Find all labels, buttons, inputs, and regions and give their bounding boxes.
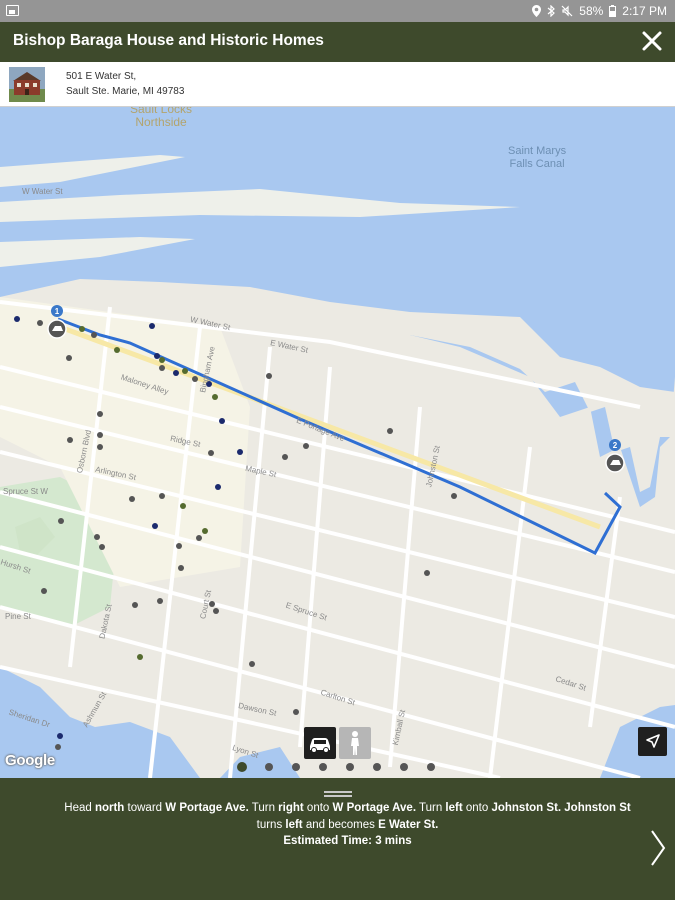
direction-segment: Turn	[248, 802, 279, 814]
street-label: Pine St	[5, 612, 31, 621]
direction-segment: toward	[124, 802, 166, 814]
navigation-arrow-icon	[646, 734, 660, 748]
pager-dot[interactable]	[292, 763, 300, 771]
directions-panel: Head north toward W Portage Ave. Turn ri…	[0, 778, 675, 900]
location-icon	[532, 5, 542, 17]
map-view[interactable]: 1 2 Sault Locks Northside Saint Marys Fa…	[0, 107, 675, 778]
marker-1-number: 1	[55, 307, 60, 316]
battery-percent: 58%	[579, 4, 604, 18]
mute-icon	[561, 5, 573, 17]
my-location-button[interactable]	[638, 727, 667, 756]
house-thumbnail[interactable]	[9, 67, 45, 102]
bluetooth-icon	[547, 5, 556, 17]
pager-dot[interactable]	[427, 763, 435, 771]
direction-segment: and becomes	[302, 818, 379, 831]
direction-segment: left	[445, 802, 463, 814]
status-icons: 58% 2:17 PM	[532, 3, 667, 19]
direction-segment: right	[278, 802, 304, 814]
image-notification-icon	[6, 5, 19, 16]
map-canvas: 1 2	[0, 107, 675, 778]
estimated-time: Estimated Time: 3 mins	[283, 835, 412, 847]
direction-segment: Head	[64, 802, 95, 814]
direction-segment: W Portage Ave.	[165, 802, 249, 814]
direction-segment: turns	[256, 818, 286, 831]
pager-dot[interactable]	[238, 763, 246, 771]
pager-dot[interactable]	[265, 763, 273, 771]
directions-text: Head north toward W Portage Ave. Turn ri…	[50, 800, 645, 850]
direction-segment: W Portage Ave.	[332, 802, 417, 814]
car-icon	[310, 738, 330, 753]
page-title: Bishop Baraga House and Historic Homes	[13, 32, 324, 49]
chevron-right-icon[interactable]	[649, 828, 667, 868]
pager-dot[interactable]	[373, 763, 381, 771]
area-label: Sault Locks Northside	[130, 107, 193, 129]
address-line-2: Sault Ste. Marie, MI 49783	[66, 86, 185, 97]
direction-segment: onto	[303, 802, 333, 814]
address-text: 501 E Water St, Sault Ste. Marie, MI 497…	[66, 69, 184, 99]
title-bar: Bishop Baraga House and Historic Homes	[0, 22, 675, 62]
walk-mode-button[interactable]	[339, 727, 371, 759]
direction-segment: Turn	[416, 802, 446, 814]
direction-segment: Johnston St. Johnston St	[491, 802, 631, 814]
close-icon[interactable]	[639, 28, 665, 54]
water-label: Saint Marys Falls Canal	[508, 145, 567, 170]
address-line-1: 501 E Water St,	[66, 71, 137, 82]
direction-segment: E Water St.	[378, 818, 439, 831]
street-label: W Water St	[22, 187, 63, 196]
marker-2-number: 2	[613, 441, 618, 450]
address-bar: 501 E Water St, Sault Ste. Marie, MI 497…	[0, 62, 675, 107]
pager-dot[interactable]	[319, 763, 327, 771]
drag-handle[interactable]	[324, 791, 352, 797]
drive-mode-button[interactable]	[304, 727, 336, 759]
pager-dot[interactable]	[400, 763, 408, 771]
step-pager	[238, 763, 435, 771]
direction-segment: onto	[462, 802, 492, 814]
battery-icon	[609, 5, 617, 17]
direction-segment: north	[94, 802, 125, 814]
street-label: Spruce St W	[3, 487, 48, 496]
clock: 2:17 PM	[622, 4, 667, 18]
walk-icon	[351, 731, 359, 755]
pager-dot[interactable]	[346, 763, 354, 771]
directions-steps: Head north toward W Portage Ave. Turn ri…	[64, 802, 630, 831]
google-logo: Google	[5, 752, 55, 769]
direction-segment: left	[285, 818, 303, 831]
status-bar: 58% 2:17 PM	[0, 0, 675, 22]
